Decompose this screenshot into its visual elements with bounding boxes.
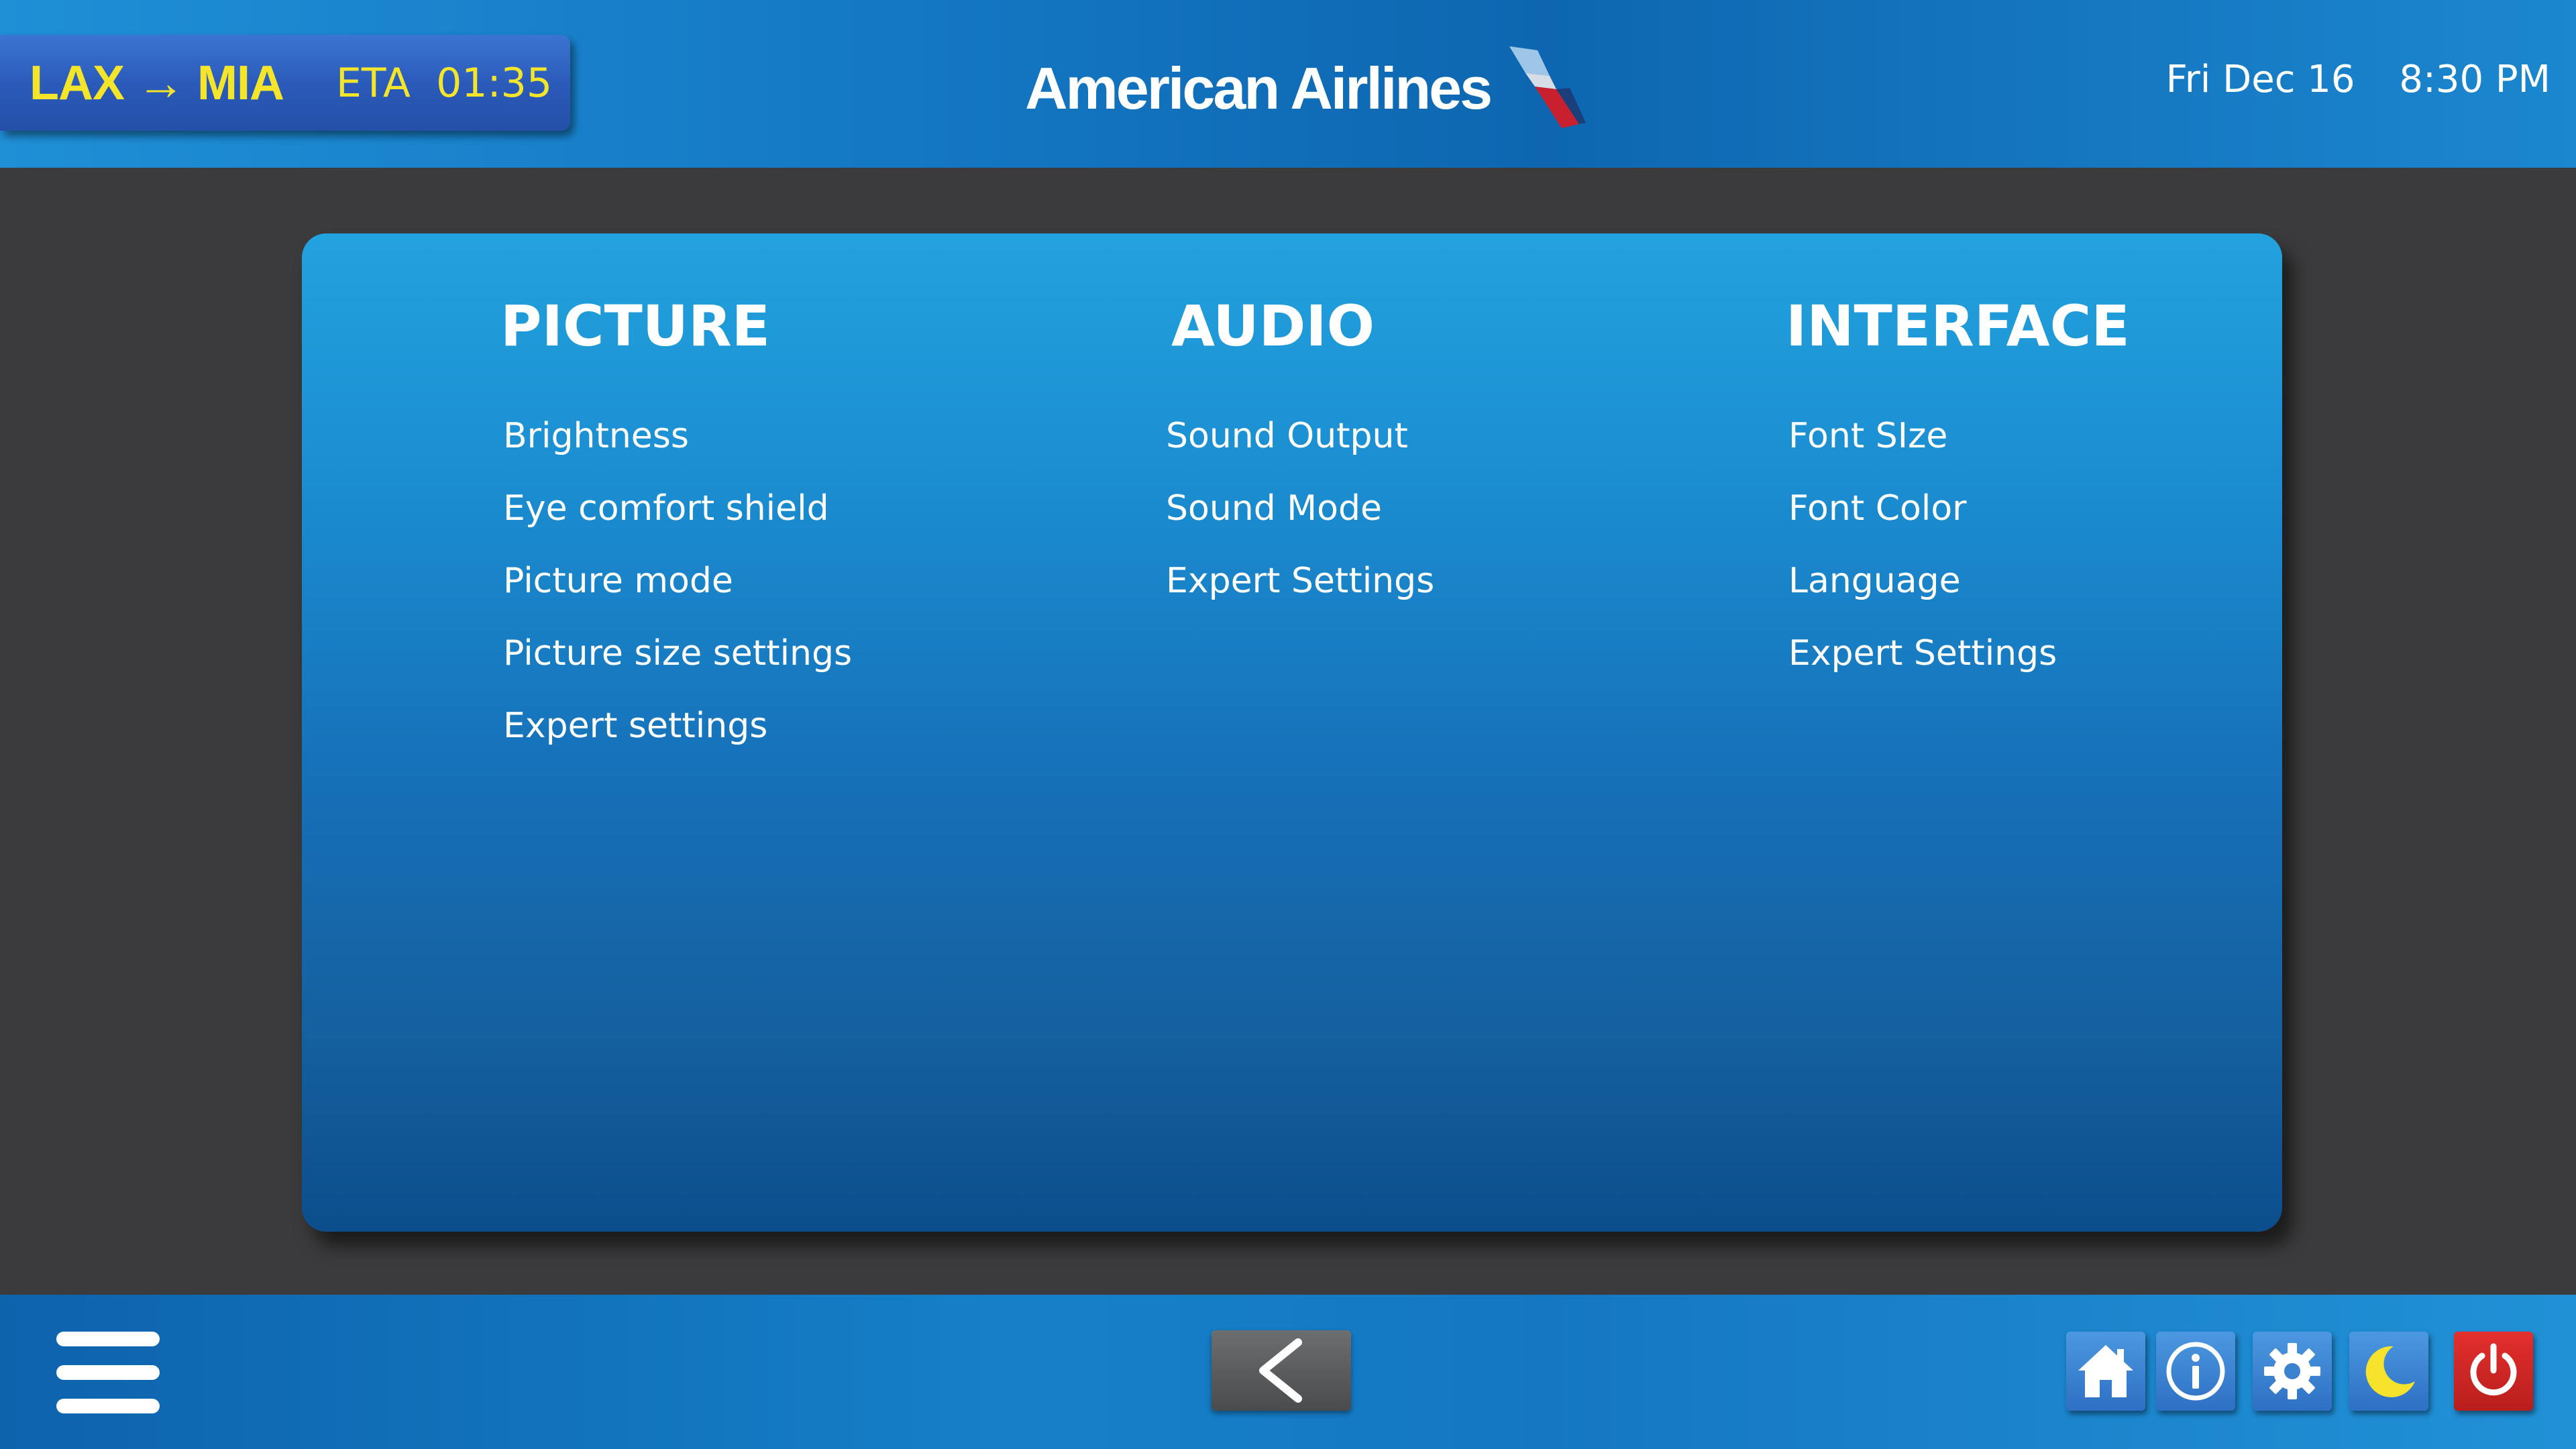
- audio-heading: AUDIO: [1171, 293, 1375, 359]
- menu-icon[interactable]: [56, 1332, 160, 1413]
- date-time: Fri Dec 16 8:30 PM: [2166, 58, 2551, 101]
- sound-mode-option[interactable]: Sound Mode: [1163, 472, 1434, 545]
- info-icon: [2166, 1342, 2225, 1401]
- settings-button[interactable]: [2253, 1332, 2332, 1411]
- picture-heading: PICTURE: [500, 293, 771, 359]
- eye-comfort-shield-option[interactable]: Eye comfort shield: [500, 472, 852, 545]
- top-bar: LAX → MIA ETA 01:35 American Airlines Fr…: [0, 0, 2576, 168]
- flight-info-box: LAX → MIA ETA 01:35: [0, 35, 570, 131]
- moon-icon: [2365, 1346, 2415, 1397]
- picture-expert-settings-option[interactable]: Expert settings: [500, 690, 852, 762]
- home-button[interactable]: [2066, 1332, 2145, 1411]
- night-mode-button[interactable]: [2349, 1332, 2428, 1411]
- interface-column: INTERFACE Font SIze Font Color Language …: [1786, 292, 2130, 690]
- current-time: 8:30 PM: [2399, 58, 2551, 101]
- gear-icon: [2264, 1343, 2320, 1399]
- airline-logo: American Airlines: [1025, 42, 1589, 136]
- home-icon: [2078, 1345, 2133, 1397]
- interface-expert-settings-option[interactable]: Expert Settings: [1786, 617, 2130, 690]
- audio-expert-settings-option[interactable]: Expert Settings: [1163, 545, 1434, 617]
- power-button[interactable]: [2454, 1332, 2533, 1411]
- info-button[interactable]: [2156, 1332, 2235, 1411]
- airline-flight-symbol-icon: [1509, 46, 1587, 128]
- airline-name: American Airlines: [1025, 55, 1493, 121]
- picture-size-settings-option[interactable]: Picture size settings: [500, 617, 852, 690]
- menu-line: [56, 1332, 160, 1346]
- bottom-bar: [0, 1295, 2576, 1449]
- audio-column: AUDIO Sound Output Sound Mode Expert Set…: [1163, 292, 1434, 617]
- interface-heading: INTERFACE: [1786, 293, 2130, 359]
- current-date: Fri Dec 16: [2165, 58, 2355, 101]
- back-arrow-icon: [1259, 1338, 1302, 1403]
- eta-time: 01:35: [436, 59, 553, 107]
- language-option[interactable]: Language: [1786, 545, 2130, 617]
- menu-line: [56, 1365, 160, 1380]
- back-button[interactable]: [1212, 1330, 1351, 1411]
- picture-mode-option[interactable]: Picture mode: [500, 545, 852, 617]
- eta-label: ETA: [335, 59, 411, 107]
- brightness-option[interactable]: Brightness: [500, 400, 852, 472]
- settings-panel: PICTURE Brightness Eye comfort shield Pi…: [302, 233, 2282, 1232]
- picture-column: PICTURE Brightness Eye comfort shield Pi…: [500, 292, 852, 762]
- flight-eta: ETA 01:35: [336, 60, 552, 107]
- sound-output-option[interactable]: Sound Output: [1163, 400, 1434, 472]
- flight-route: LAX → MIA: [30, 56, 284, 110]
- menu-line: [56, 1399, 160, 1413]
- font-color-option[interactable]: Font Color: [1786, 472, 2130, 545]
- font-size-option[interactable]: Font SIze: [1786, 400, 2130, 472]
- power-icon: [2470, 1343, 2517, 1396]
